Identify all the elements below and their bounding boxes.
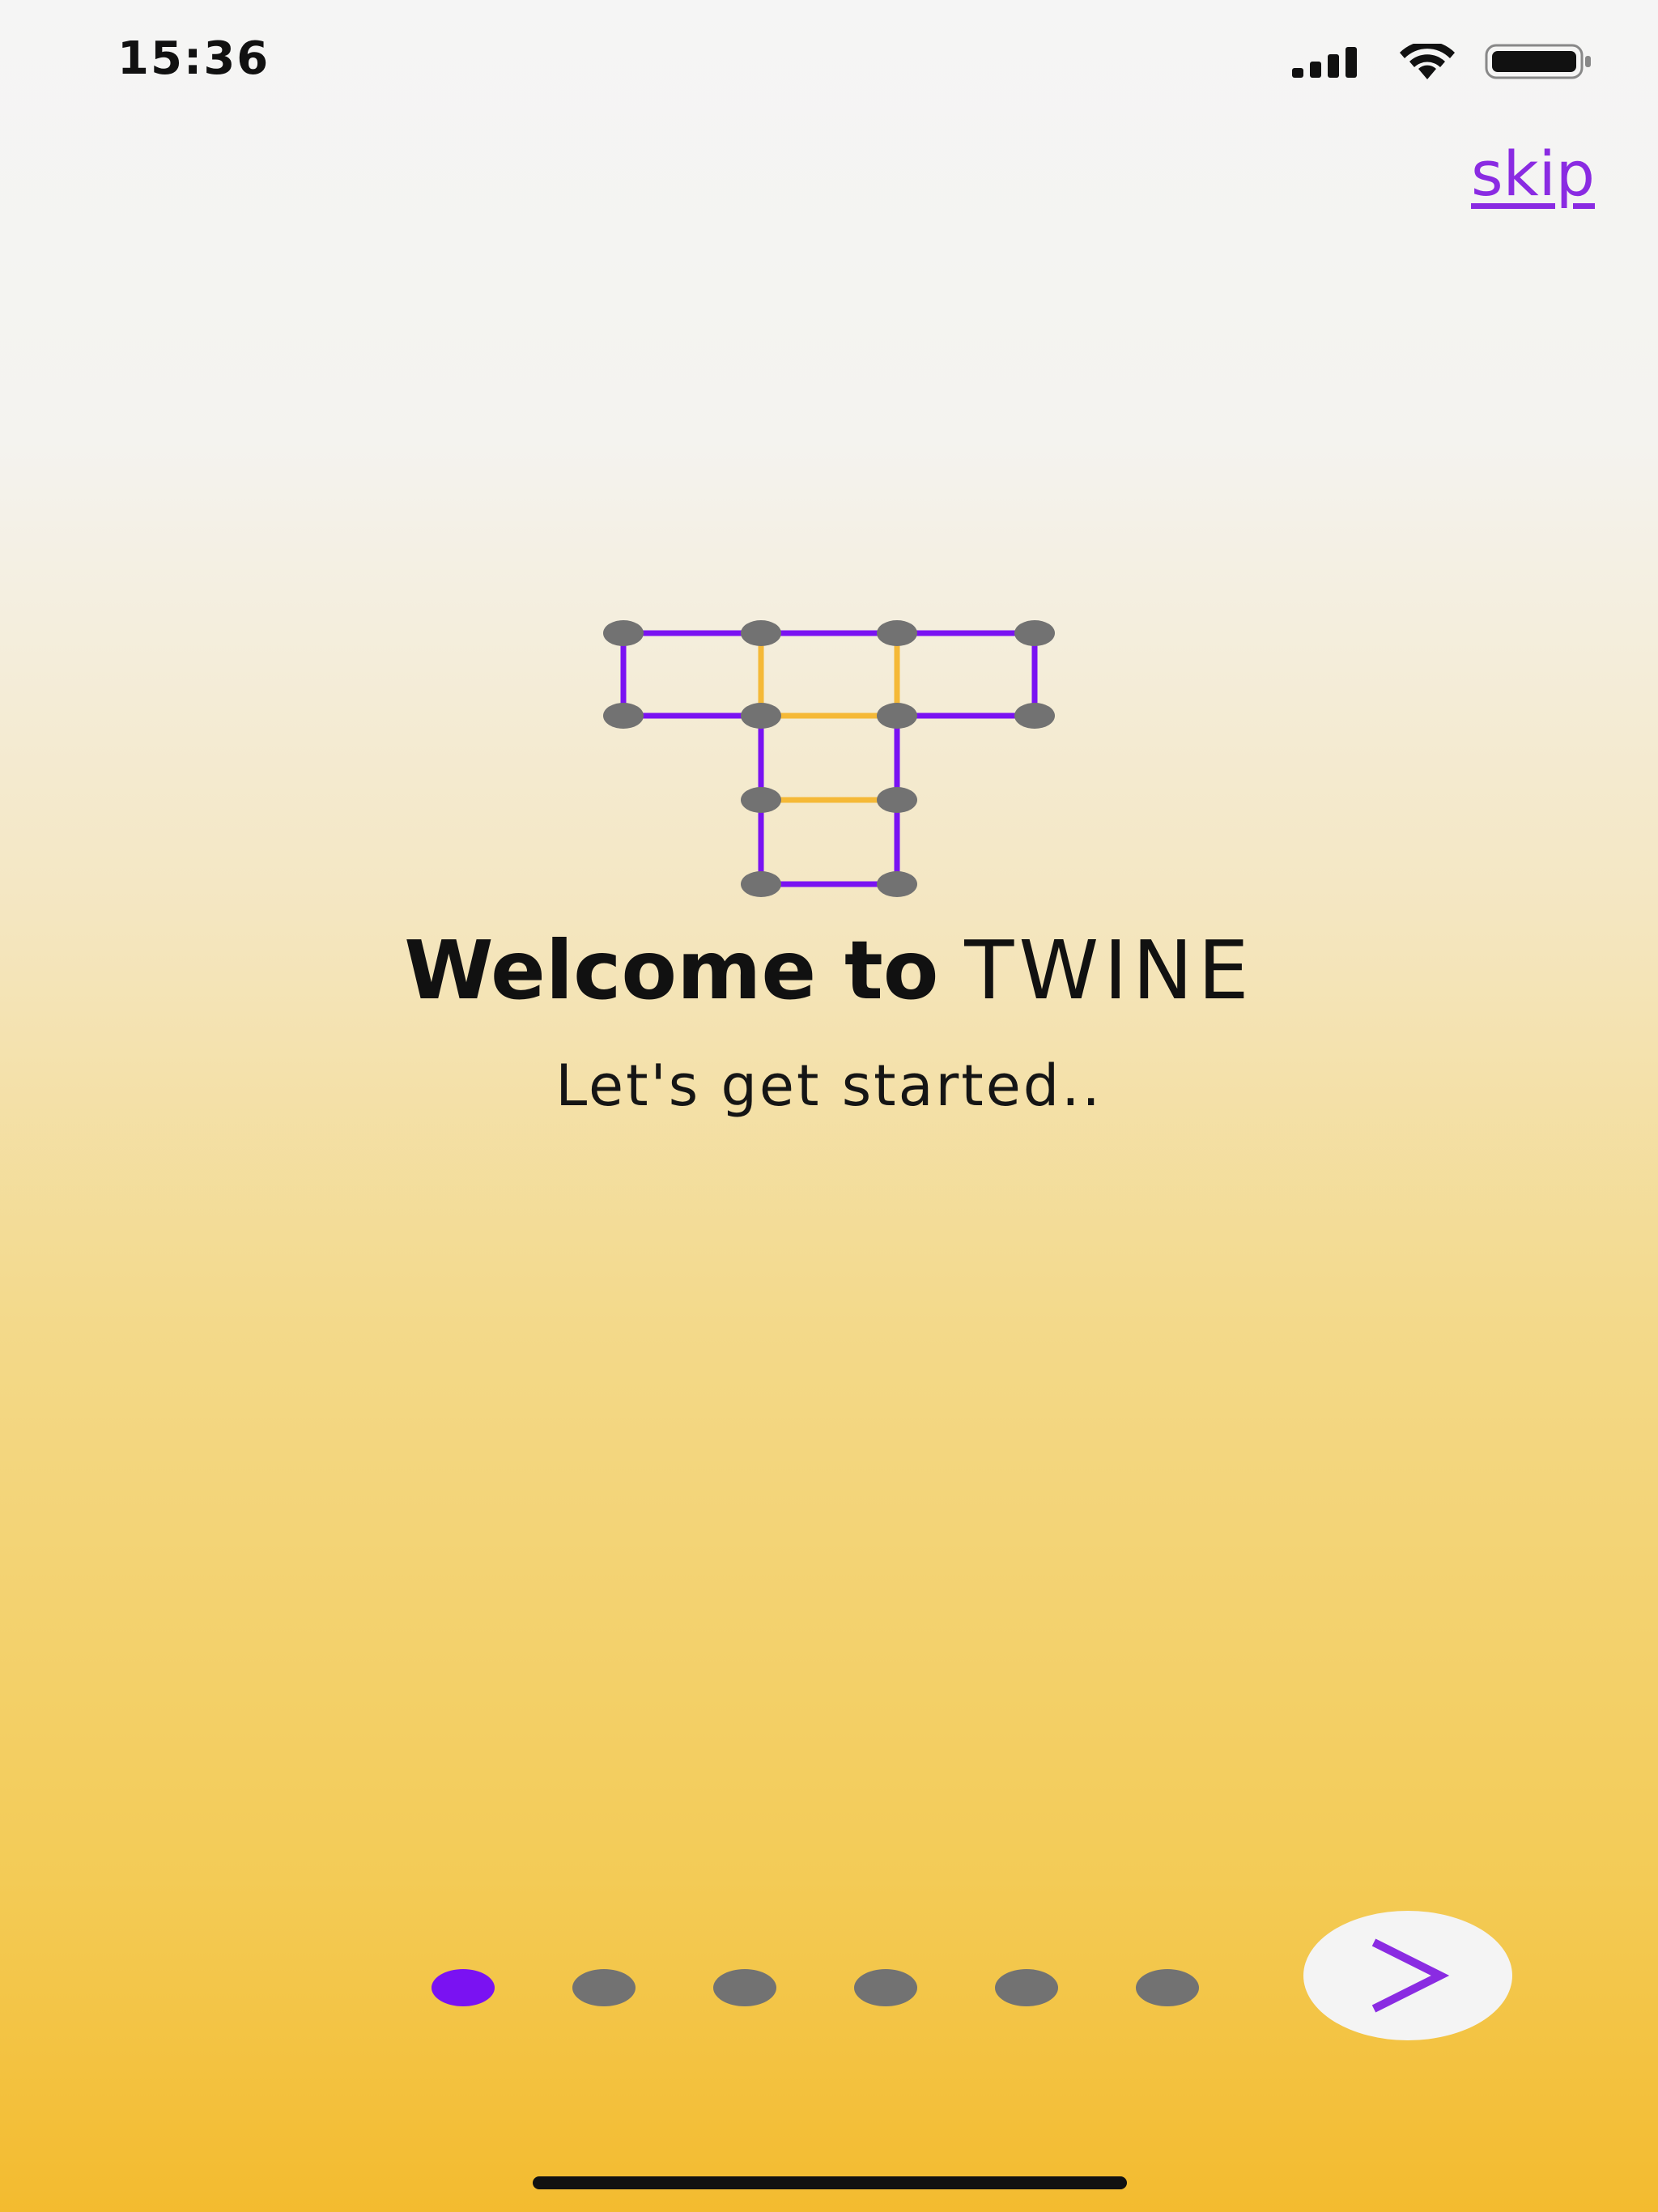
battery-icon (1485, 44, 1593, 83)
status-bar: 15:36 (0, 0, 1658, 121)
welcome-prefix: Welcome to (404, 923, 939, 1018)
chevron-right-icon (1371, 1938, 1450, 2013)
signal-icon (1292, 45, 1370, 81)
welcome-subtitle: Let's get started.. (555, 1053, 1103, 1119)
home-indicator (533, 2176, 1127, 2189)
page-dot[interactable] (854, 1969, 917, 2006)
welcome-heading: Welcome to TWINE (0, 923, 1658, 1018)
page-dot[interactable] (572, 1969, 636, 2006)
next-button[interactable] (1303, 1911, 1512, 2040)
status-time: 15:36 (117, 32, 270, 85)
brand-name: TWINE (964, 923, 1254, 1018)
wifi-icon (1392, 40, 1462, 83)
page-dot[interactable] (432, 1969, 495, 2006)
page-dot[interactable] (1136, 1969, 1199, 2006)
page-dot[interactable] (995, 1969, 1058, 2006)
status-icons (1292, 39, 1593, 87)
page-dot[interactable] (713, 1969, 776, 2006)
skip-link[interactable]: skip (1471, 138, 1595, 210)
twine-logo (599, 615, 1061, 910)
